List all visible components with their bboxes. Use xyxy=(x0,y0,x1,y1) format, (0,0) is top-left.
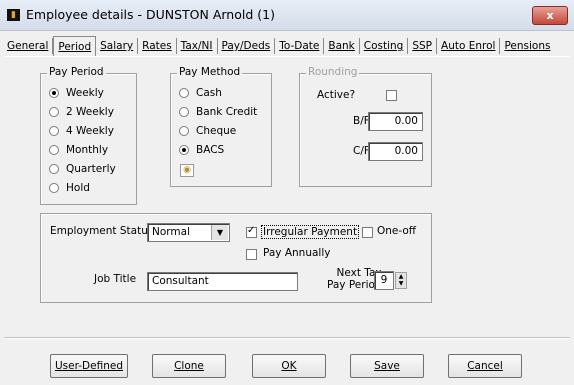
rounding-title: Rounding xyxy=(306,66,360,78)
ok-button[interactable]: OK xyxy=(252,354,326,378)
job-title-label: Job Title xyxy=(94,273,137,285)
next-tax-period-field[interactable]: 9 xyxy=(374,271,394,290)
save-button[interactable]: Save xyxy=(350,354,424,378)
tab-tax-ni[interactable]: Tax/NI xyxy=(177,38,218,54)
tab-bank[interactable]: Bank xyxy=(324,38,360,54)
tab-general[interactable]: General xyxy=(0,38,54,54)
pay-annually-checkbox[interactable] xyxy=(246,249,257,260)
pay-method-title: Pay Method xyxy=(177,66,243,78)
pay-method-group: Pay Method Cash Bank Credit Cheque BACS … xyxy=(170,66,272,187)
tab-rates[interactable]: Rates xyxy=(138,38,177,54)
tab-ssp[interactable]: SSP xyxy=(408,38,438,54)
radio-button-icon xyxy=(49,183,59,193)
radio-4-weekly[interactable]: 4 Weekly xyxy=(49,123,114,139)
irregular-payment-label[interactable]: Irregular Payment xyxy=(261,225,360,239)
tab-to-date[interactable]: To-Date xyxy=(275,38,325,54)
spin-down-icon[interactable]: ▼ xyxy=(396,280,406,287)
radio-hold[interactable]: Hold xyxy=(49,180,90,196)
cf-field[interactable]: 0.00 xyxy=(368,142,423,161)
user-defined-button[interactable]: User-Defined xyxy=(50,354,128,378)
pay-period-title: Pay Period xyxy=(47,66,106,78)
bank-details-icon[interactable]: ◉ xyxy=(180,164,194,177)
radio-cheque[interactable]: Cheque xyxy=(179,123,236,139)
tab-pensions[interactable]: Pensions xyxy=(500,38,554,54)
spin-up-icon[interactable]: ▲ xyxy=(396,273,406,280)
app-chart-icon: ▮ xyxy=(7,9,20,21)
clone-button[interactable]: Clone xyxy=(152,354,226,378)
button-separator xyxy=(4,337,570,339)
rounding-active-checkbox[interactable] xyxy=(386,90,397,101)
radio-button-icon xyxy=(49,107,59,117)
next-tax-period-spinner[interactable]: ▲ ▼ xyxy=(395,272,407,289)
bf-field[interactable]: 0.00 xyxy=(368,112,423,131)
irregular-payment-checkbox[interactable] xyxy=(246,225,257,238)
radio-button-icon xyxy=(179,145,189,155)
title-bar: ▮ Employee details - DUNSTON Arnold (1) … xyxy=(0,0,574,31)
employment-status-label: Employment Status xyxy=(50,225,154,237)
radio-button-icon xyxy=(49,126,59,136)
employment-status-dropdown[interactable]: Normal ▼ xyxy=(147,223,230,242)
radio-cash[interactable]: Cash xyxy=(179,85,222,101)
radio-button-icon xyxy=(49,88,59,98)
radio-button-icon xyxy=(49,145,59,155)
cancel-button[interactable]: Cancel xyxy=(448,354,522,378)
radio-bacs[interactable]: BACS xyxy=(179,142,224,158)
tab-strip: General Period Salary Rates Tax/NI Pay/D… xyxy=(0,36,574,56)
tab-costing[interactable]: Costing xyxy=(360,38,409,54)
radio-button-icon xyxy=(179,88,189,98)
one-off-checkbox[interactable] xyxy=(362,227,373,238)
radio-bank-credit[interactable]: Bank Credit xyxy=(179,104,257,120)
tab-auto-enrol[interactable]: Auto Enrol xyxy=(437,38,501,54)
pay-annually-label[interactable]: Pay Annually xyxy=(263,247,330,259)
radio-quarterly[interactable]: Quarterly xyxy=(49,161,116,177)
radio-2-weekly[interactable]: 2 Weekly xyxy=(49,104,114,120)
one-off-label[interactable]: One-off xyxy=(377,225,416,237)
radio-button-icon xyxy=(49,164,59,174)
tab-period[interactable]: Period xyxy=(53,36,97,56)
tab-pay-deds[interactable]: Pay/Deds xyxy=(218,38,276,54)
close-button[interactable]: x xyxy=(532,6,568,25)
radio-button-icon xyxy=(179,107,189,117)
pay-period-group: Pay Period Weekly 2 Weekly 4 Weekly Mont… xyxy=(40,66,137,205)
radio-button-icon xyxy=(179,126,189,136)
job-title-field[interactable]: Consultant xyxy=(147,272,298,291)
radio-monthly[interactable]: Monthly xyxy=(49,142,108,158)
tab-salary[interactable]: Salary xyxy=(96,38,139,54)
rounding-active-label: Active? xyxy=(317,89,356,101)
employment-group: Employment Status Normal ▼ Irregular Pay… xyxy=(40,213,432,303)
radio-weekly[interactable]: Weekly xyxy=(49,85,104,101)
rounding-group: Rounding Active? B/F 0.00 C/F 0.00 xyxy=(299,66,432,187)
window-title: Employee details - DUNSTON Arnold (1) xyxy=(26,7,275,22)
chevron-down-icon[interactable]: ▼ xyxy=(211,225,228,240)
